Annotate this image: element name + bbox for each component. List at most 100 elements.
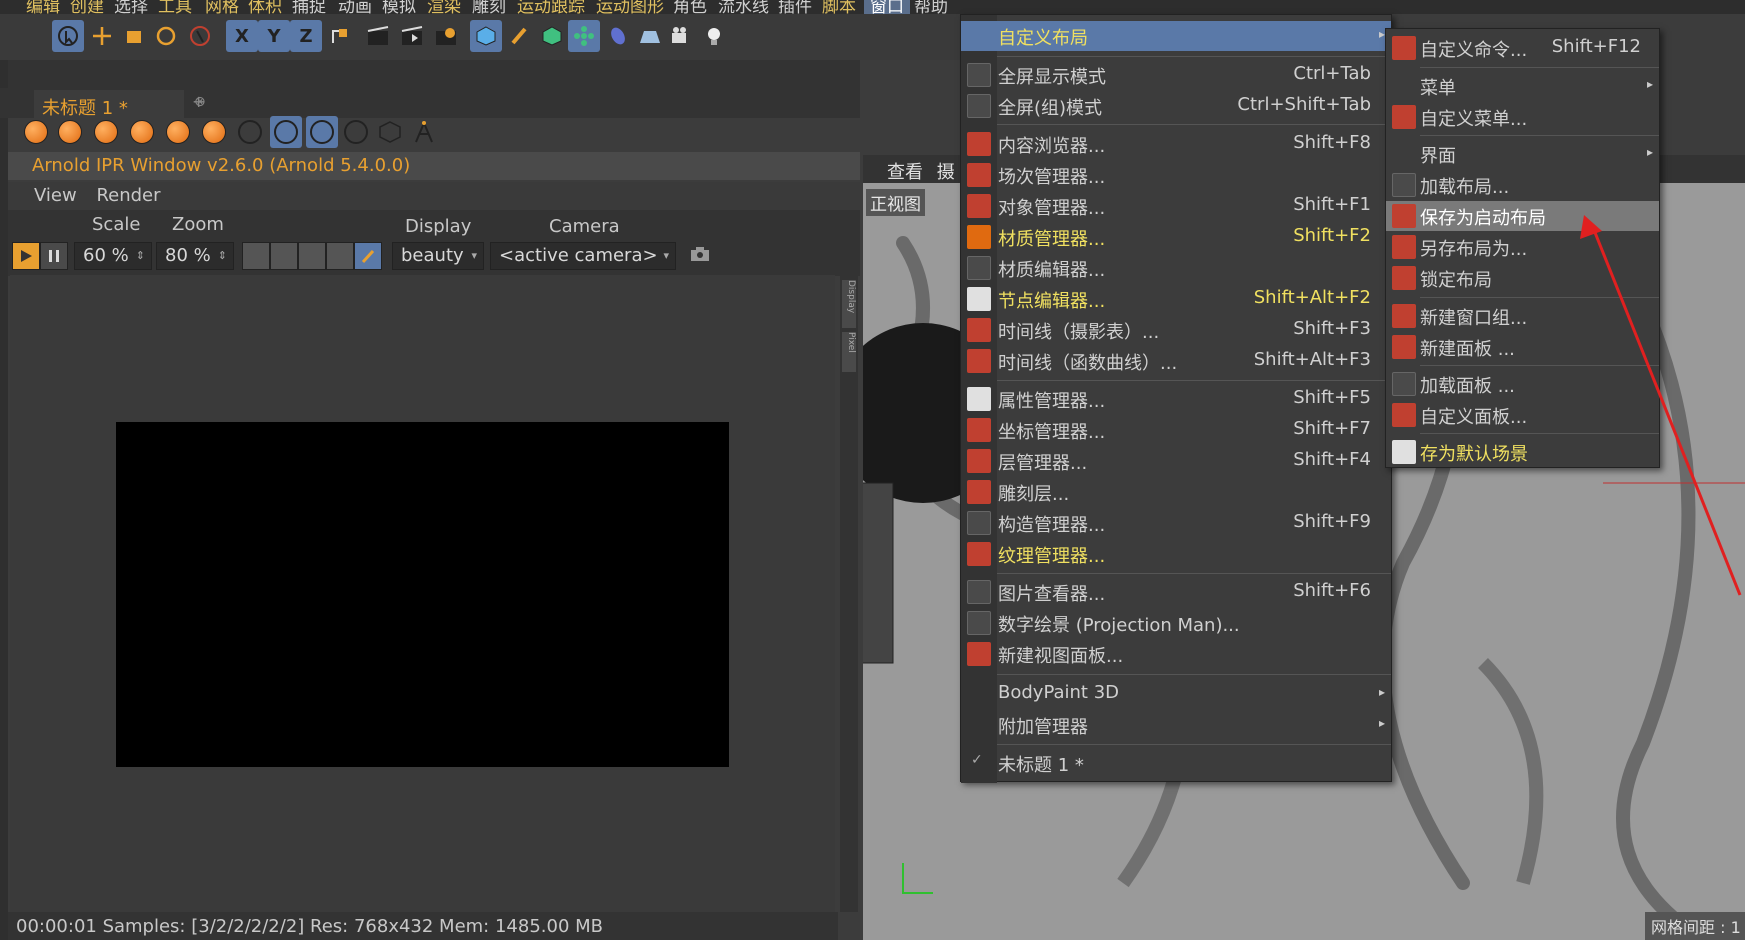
menu-window[interactable]: 窗口	[864, 0, 910, 14]
menu-item-content-browser[interactable]: 内容浏览器... Shift+F8	[961, 129, 1391, 159]
mode-sphere-icon-4[interactable]	[126, 116, 158, 148]
recent-tool-icon[interactable]	[184, 20, 216, 52]
menu-simulate[interactable]: 模拟	[382, 0, 416, 14]
move-icon[interactable]	[86, 20, 118, 52]
menu-item-node-editor[interactable]: 节点编辑器... Shift+Alt+F2	[961, 284, 1391, 314]
menu-item-coordinate-manager[interactable]: 坐标管理器... Shift+F7	[961, 415, 1391, 445]
select-cursor-icon[interactable]	[52, 20, 84, 52]
coordinate-system-icon[interactable]	[324, 20, 356, 52]
mode-wire-sphere-icon-4[interactable]	[340, 116, 372, 148]
menu-snap[interactable]: 捕捉	[292, 0, 326, 14]
ipr-menu-view[interactable]: View	[34, 185, 77, 206]
menu-pipeline[interactable]: 流水线	[718, 0, 769, 14]
side-tab-pixel[interactable]: Pixel	[842, 332, 856, 372]
scale-icon[interactable]	[118, 20, 150, 52]
menu-item-fullscreen-group[interactable]: 全屏(组)模式 Ctrl+Shift+Tab	[961, 91, 1391, 121]
menu-item-material-editor[interactable]: 材质编辑器...	[961, 253, 1391, 283]
menu-item-take-manager[interactable]: 场次管理器...	[961, 160, 1391, 190]
mode-wire-sphere-icon-1[interactable]	[234, 116, 266, 148]
mode-wire-sphere-icon-2[interactable]	[270, 116, 302, 148]
floor-icon[interactable]	[634, 20, 666, 52]
menu-motion-tracking[interactable]: 运动跟踪	[517, 0, 585, 14]
snapshot-camera-icon[interactable]	[690, 246, 710, 262]
menu-item-timeline-dopesheet[interactable]: 时间线（摄影表）... Shift+F3	[961, 315, 1391, 345]
rotate-icon[interactable]	[150, 20, 182, 52]
menu-item-sculpt-layers[interactable]: 雕刻层...	[961, 477, 1391, 507]
viewport-menu-view[interactable]: 查看	[887, 162, 923, 183]
submenu-item-interface[interactable]: 界面 ▸	[1386, 139, 1659, 169]
submenu-item-custom-commands[interactable]: 自定义命令... Shift+F12	[1386, 33, 1659, 63]
side-tab-display[interactable]: Display	[842, 280, 856, 328]
start-render-button[interactable]	[12, 242, 40, 270]
menu-item-timeline-fcurve[interactable]: 时间线（函数曲线）... Shift+Alt+F3	[961, 346, 1391, 376]
menu-item-custom-layout[interactable]: 自定义布局 ▸	[961, 21, 1391, 51]
mode-skeleton-icon[interactable]	[408, 116, 440, 148]
menu-sculpt[interactable]: 雕刻	[472, 0, 506, 14]
menu-tools[interactable]: 工具	[158, 0, 192, 14]
region-icon[interactable]	[242, 242, 270, 270]
menu-create[interactable]: 创建	[70, 0, 104, 14]
menu-help[interactable]: 帮助	[914, 0, 948, 14]
render-view-icon[interactable]	[362, 20, 394, 52]
viewport-view-label: 正视图	[866, 189, 925, 216]
menu-item-new-view-panel[interactable]: 新建视图面板...	[961, 639, 1391, 669]
menu-edit[interactable]: 编辑	[26, 0, 60, 14]
menu-mesh[interactable]: 网格	[205, 0, 239, 14]
zoom-field[interactable]: 80 % ⇕	[156, 242, 234, 270]
menu-item-object-manager[interactable]: 对象管理器... Shift+F1	[961, 191, 1391, 221]
mode-sphere-icon-2[interactable]	[54, 116, 86, 148]
deformer-icon[interactable]	[602, 20, 634, 52]
menu-item-attribute-manager[interactable]: 属性管理器... Shift+F5	[961, 384, 1391, 414]
menu-select[interactable]: 选择	[114, 0, 148, 14]
menu-item-projection-man[interactable]: 数字绘景 (Projection Man)...	[961, 608, 1391, 638]
mode-wire-sphere-icon-3[interactable]	[306, 116, 338, 148]
array-icon[interactable]	[568, 20, 600, 52]
display-select[interactable]: beauty ▾	[392, 242, 484, 270]
menu-volume[interactable]: 体积	[248, 0, 282, 14]
menu-character[interactable]: 角色	[673, 0, 707, 14]
menu-item-material-manager[interactable]: 材质管理器... Shift+F2	[961, 222, 1391, 252]
menu-item-layer-manager[interactable]: 层管理器... Shift+F4	[961, 446, 1391, 476]
crop-icon[interactable]	[326, 242, 354, 270]
brush-icon[interactable]	[354, 242, 382, 270]
viewport-menu-camera[interactable]: 摄	[937, 162, 955, 183]
pause-render-button[interactable]	[40, 242, 68, 270]
menu-item-structure-manager[interactable]: 构造管理器... Shift+F9	[961, 508, 1391, 538]
menu-item-fullscreen[interactable]: 全屏显示模式 Ctrl+Tab	[961, 60, 1391, 90]
pen-icon[interactable]	[504, 20, 536, 52]
new-tab-icon[interactable]: +	[192, 92, 205, 111]
z-axis-button[interactable]: Z	[290, 20, 322, 52]
mode-box-icon[interactable]	[374, 116, 406, 148]
menu-plugins[interactable]: 插件	[778, 0, 812, 14]
ipr-menu-render[interactable]: Render	[96, 185, 160, 206]
x-axis-button[interactable]: X	[226, 20, 258, 52]
menu-render[interactable]: 渲染	[427, 0, 461, 14]
submenu-item-menus[interactable]: 菜单 ▸	[1386, 71, 1659, 101]
mode-sphere-icon-5[interactable]	[162, 116, 194, 148]
camera-icon[interactable]	[666, 20, 698, 52]
grid-render-icon[interactable]	[270, 242, 298, 270]
bucket-icon[interactable]	[298, 242, 326, 270]
subdivision-icon[interactable]	[536, 20, 568, 52]
menu-script[interactable]: 脚本	[822, 0, 856, 14]
mode-sphere-icon-3[interactable]	[90, 116, 122, 148]
cube-icon[interactable]	[470, 20, 502, 52]
annotation-arrow	[1580, 215, 1742, 596]
menu-item-document-untitled[interactable]: ✓ 未标题 1 *	[961, 748, 1391, 778]
mode-sphere-icon-1[interactable]	[20, 116, 52, 148]
y-axis-button[interactable]: Y	[258, 20, 290, 52]
menu-item-extra-managers[interactable]: 附加管理器 ▸	[961, 710, 1391, 740]
mode-sphere-icon-6[interactable]	[198, 116, 230, 148]
menu-animate[interactable]: 动画	[338, 0, 372, 14]
submenu-item-custom-menus[interactable]: 自定义菜单...	[1386, 102, 1659, 132]
light-icon[interactable]	[698, 20, 730, 52]
render-picture-viewer-icon[interactable]	[396, 20, 428, 52]
menu-item-picture-viewer[interactable]: 图片查看器... Shift+F6	[961, 577, 1391, 607]
menu-item-bodypaint[interactable]: BodyPaint 3D ▸	[961, 679, 1391, 709]
render-settings-icon[interactable]	[430, 20, 462, 52]
scale-field[interactable]: 60 % ⇕	[74, 242, 152, 270]
submenu-item-load-layout[interactable]: 加载布局...	[1386, 170, 1659, 200]
menu-mograph[interactable]: 运动图形	[596, 0, 664, 14]
camera-select[interactable]: <active camera> ▾	[490, 242, 676, 270]
menu-item-texture-manager[interactable]: 纹理管理器...	[961, 539, 1391, 569]
